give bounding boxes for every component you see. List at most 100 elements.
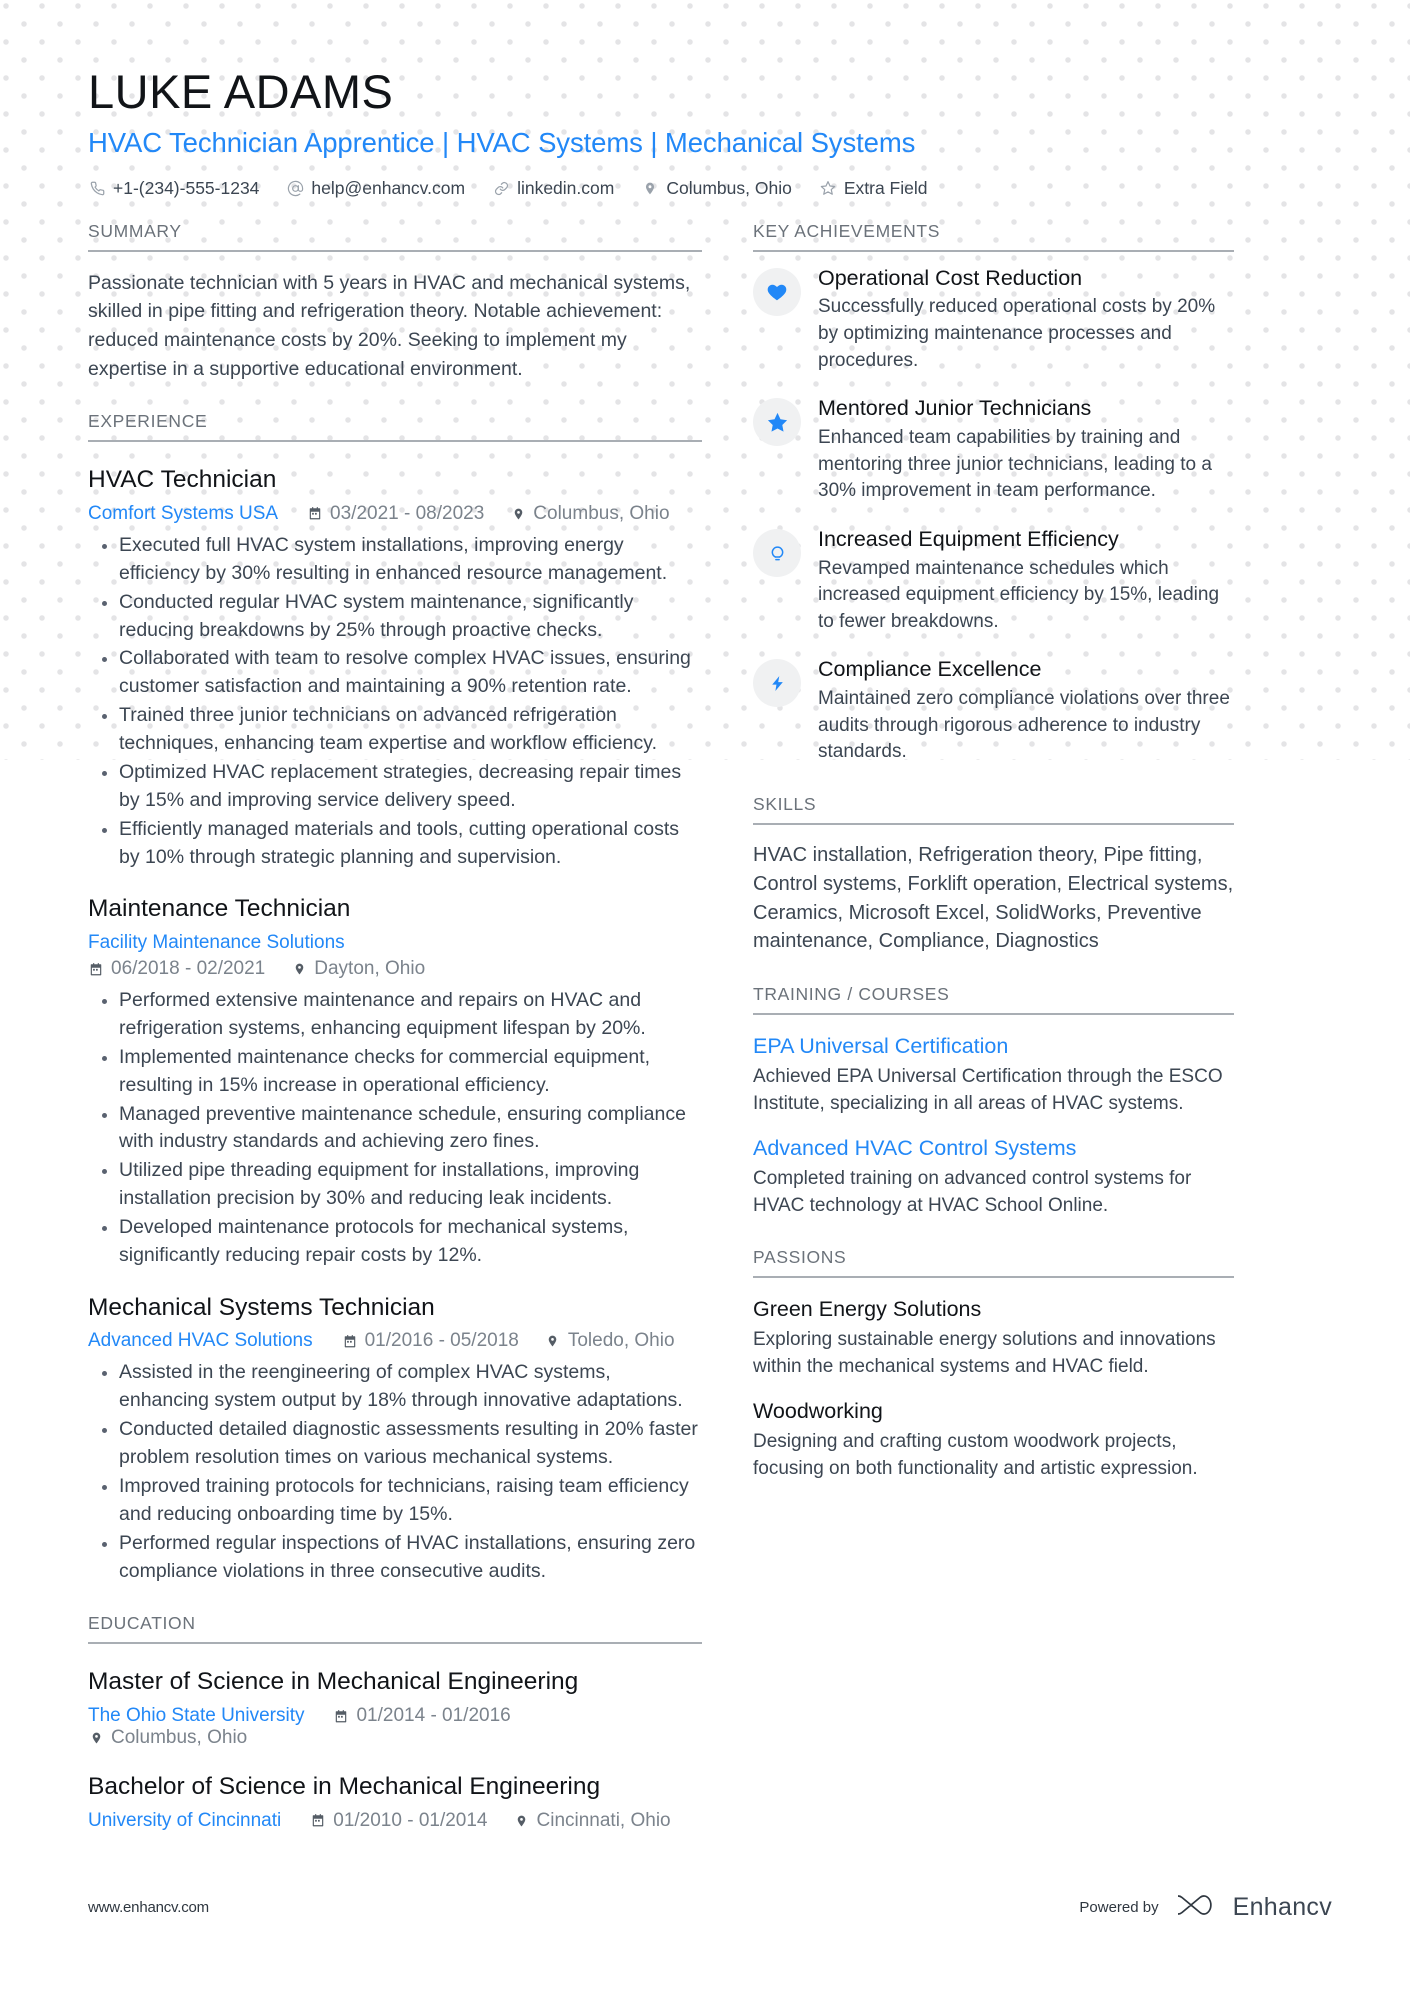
contact-extra-field-text: Extra Field (843, 177, 928, 198)
section-education: EDUCATION Master of Science in Mechanica… (88, 1613, 702, 1831)
achievement-item: Mentored Junior Technicians Enhanced tea… (753, 396, 1234, 505)
calendar-icon (307, 505, 323, 523)
location-pin-icon (291, 960, 307, 978)
education-location-text: Cincinnati, Ohio (536, 1809, 671, 1831)
contact-phone[interactable]: +1-(234)-555-1234 (88, 178, 259, 199)
experience-company[interactable]: Comfort Systems USA (88, 503, 278, 525)
achievement-item: Compliance Excellence Maintained zero co… (753, 657, 1234, 766)
bullet-item: Performed extensive maintenance and repa… (102, 987, 702, 1043)
section-experience: EXPERIENCE HVAC Technician Comfort Syste… (88, 411, 702, 1585)
section-title-passions: PASSIONS (753, 1247, 1234, 1279)
achievement-item: Increased Equipment Efficiency Revamped … (753, 527, 1234, 636)
section-key-achievements: KEY ACHIEVEMENTS Operational Cost Reduct… (753, 221, 1234, 766)
experience-dates: 03/2021 - 08/2023 (307, 503, 484, 525)
star-icon (753, 398, 801, 447)
education-location: Columbus, Ohio (88, 1727, 247, 1749)
bullet-item: Conducted detailed diagnostic assessment… (102, 1416, 702, 1472)
bullet-item: Optimized HVAC replacement strategies, d… (102, 759, 702, 815)
passion-item: Green Energy Solutions Exploring sustain… (753, 1297, 1234, 1380)
page-footer: www.enhancv.com Powered by Enhancv (88, 1892, 1332, 1923)
passion-name: Woodworking (753, 1399, 883, 1424)
passion-description: Designing and crafting custom woodwork p… (753, 1430, 1198, 1479)
education-school[interactable]: The Ohio State University (88, 1705, 304, 1727)
passion-item: Woodworking Designing and crafting custo… (753, 1399, 1234, 1482)
training-name[interactable]: EPA Universal Certification (753, 1034, 1234, 1060)
education-meta: The Ohio State University 01/2014 - 01/2… (88, 1705, 702, 1749)
experience-meta: Facility Maintenance Solutions 06/2018 -… (88, 932, 702, 980)
experience-location-text: Columbus, Ohio (533, 502, 670, 524)
contact-row: +1-(234)-555-1234 help@enhancv.com linke… (88, 178, 1332, 199)
phone-icon (88, 179, 106, 197)
passion-name: Green Energy Solutions (753, 1297, 982, 1322)
email-icon (286, 179, 304, 197)
training-item: Advanced HVAC Control Systems Completed … (753, 1136, 1234, 1219)
resume-page: LUKE ADAMS HVAC Technician Apprentice | … (0, 0, 1410, 1995)
experience-dates: 06/2018 - 02/2021 (88, 958, 265, 980)
calendar-icon (342, 1332, 358, 1350)
contact-link[interactable]: linkedin.com (492, 178, 614, 199)
achievement-title: Compliance Excellence (818, 657, 1042, 682)
link-icon (492, 179, 510, 197)
education-entry: Master of Science in Mechanical Engineer… (88, 1667, 702, 1749)
bullet-item: Collaborated with team to resolve comple… (102, 645, 702, 701)
achievement-body: Compliance Excellence Maintained zero co… (818, 657, 1234, 766)
contact-email[interactable]: help@enhancv.com (286, 178, 465, 199)
education-dates: 01/2014 - 01/2016 (333, 1705, 511, 1727)
experience-bullets: Executed full HVAC system installations,… (88, 532, 702, 872)
bullet-item: Improved training protocols for technici… (102, 1473, 702, 1529)
resume-content: LUKE ADAMS HVAC Technician Apprentice | … (0, 0, 1410, 1832)
education-location: Cincinnati, Ohio (514, 1810, 671, 1832)
experience-company[interactable]: Facility Maintenance Solutions (88, 932, 702, 954)
experience-company[interactable]: Advanced HVAC Solutions (88, 1330, 313, 1352)
location-pin-icon (641, 179, 659, 197)
lightning-bolt-icon (753, 659, 801, 708)
star-outline-icon (819, 179, 837, 197)
education-dates-text: 01/2010 - 01/2014 (333, 1809, 488, 1831)
experience-role: HVAC Technician (88, 466, 277, 494)
education-school[interactable]: University of Cincinnati (88, 1810, 281, 1832)
section-summary: SUMMARY Passionate technician with 5 yea… (88, 221, 702, 384)
experience-dates: 01/2016 - 05/2018 (342, 1330, 519, 1352)
footer-website-url[interactable]: www.enhancv.com (88, 1899, 209, 1916)
achievement-body: Operational Cost Reduction Successfully … (818, 266, 1234, 375)
education-location-text: Columbus, Ohio (111, 1727, 248, 1749)
left-column: SUMMARY Passionate technician with 5 yea… (88, 221, 702, 1832)
bullet-item: Assisted in the reengineering of complex… (102, 1359, 702, 1415)
experience-bullets: Performed extensive maintenance and repa… (88, 987, 702, 1270)
achievement-description: Successfully reduced operational costs b… (818, 296, 1216, 371)
enhancv-brand-name: Enhancv (1232, 1893, 1332, 1921)
contact-link-text: linkedin.com (517, 177, 615, 198)
bullet-item: Utilized pipe threading equipment for in… (102, 1157, 702, 1213)
powered-by-label: Powered by (1079, 1899, 1159, 1916)
location-pin-icon (510, 505, 526, 523)
calendar-icon (88, 960, 104, 978)
calendar-icon (333, 1707, 349, 1725)
achievement-body: Increased Equipment Efficiency Revamped … (818, 527, 1234, 636)
section-training-courses: TRAINING / COURSES EPA Universal Certifi… (753, 984, 1234, 1219)
bullet-item: Efficiently managed materials and tools,… (102, 816, 702, 872)
candidate-headline: HVAC Technician Apprentice | HVAC System… (88, 126, 916, 158)
bullet-item: Performed regular inspections of HVAC in… (102, 1530, 702, 1586)
enhancv-logo-icon (1169, 1892, 1222, 1923)
experience-location: Dayton, Ohio (291, 958, 425, 980)
achievement-title: Mentored Junior Technicians (818, 396, 1092, 421)
education-dates-text: 01/2014 - 01/2016 (356, 1705, 511, 1727)
section-title-summary: SUMMARY (88, 221, 702, 252)
experience-bullets: Assisted in the reengineering of complex… (88, 1359, 702, 1585)
calendar-icon (310, 1812, 326, 1830)
section-title-education: EDUCATION (88, 1613, 702, 1645)
achievement-title: Increased Equipment Efficiency (818, 526, 1119, 551)
section-title-skills: SKILLS (753, 794, 1234, 825)
experience-meta: Comfort Systems USA 03/2021 - 08/2023 Co… (88, 503, 702, 525)
training-name[interactable]: Advanced HVAC Control Systems (753, 1136, 1234, 1162)
achievement-item: Operational Cost Reduction Successfully … (753, 266, 1234, 375)
experience-entry: HVAC Technician Comfort Systems USA 03/2… (88, 465, 702, 871)
experience-role: Maintenance Technician (88, 895, 351, 923)
bullet-item: Trained three junior technicians on adva… (102, 702, 702, 758)
achievement-description: Revamped maintenance schedules which inc… (818, 557, 1220, 632)
experience-dates-text: 03/2021 - 08/2023 (330, 502, 485, 524)
achievement-body: Mentored Junior Technicians Enhanced tea… (818, 396, 1234, 505)
education-degree: Master of Science in Mechanical Engineer… (88, 1668, 579, 1696)
section-title-training-courses: TRAINING / COURSES (753, 984, 1234, 1016)
contact-email-text: help@enhancv.com (311, 177, 466, 198)
